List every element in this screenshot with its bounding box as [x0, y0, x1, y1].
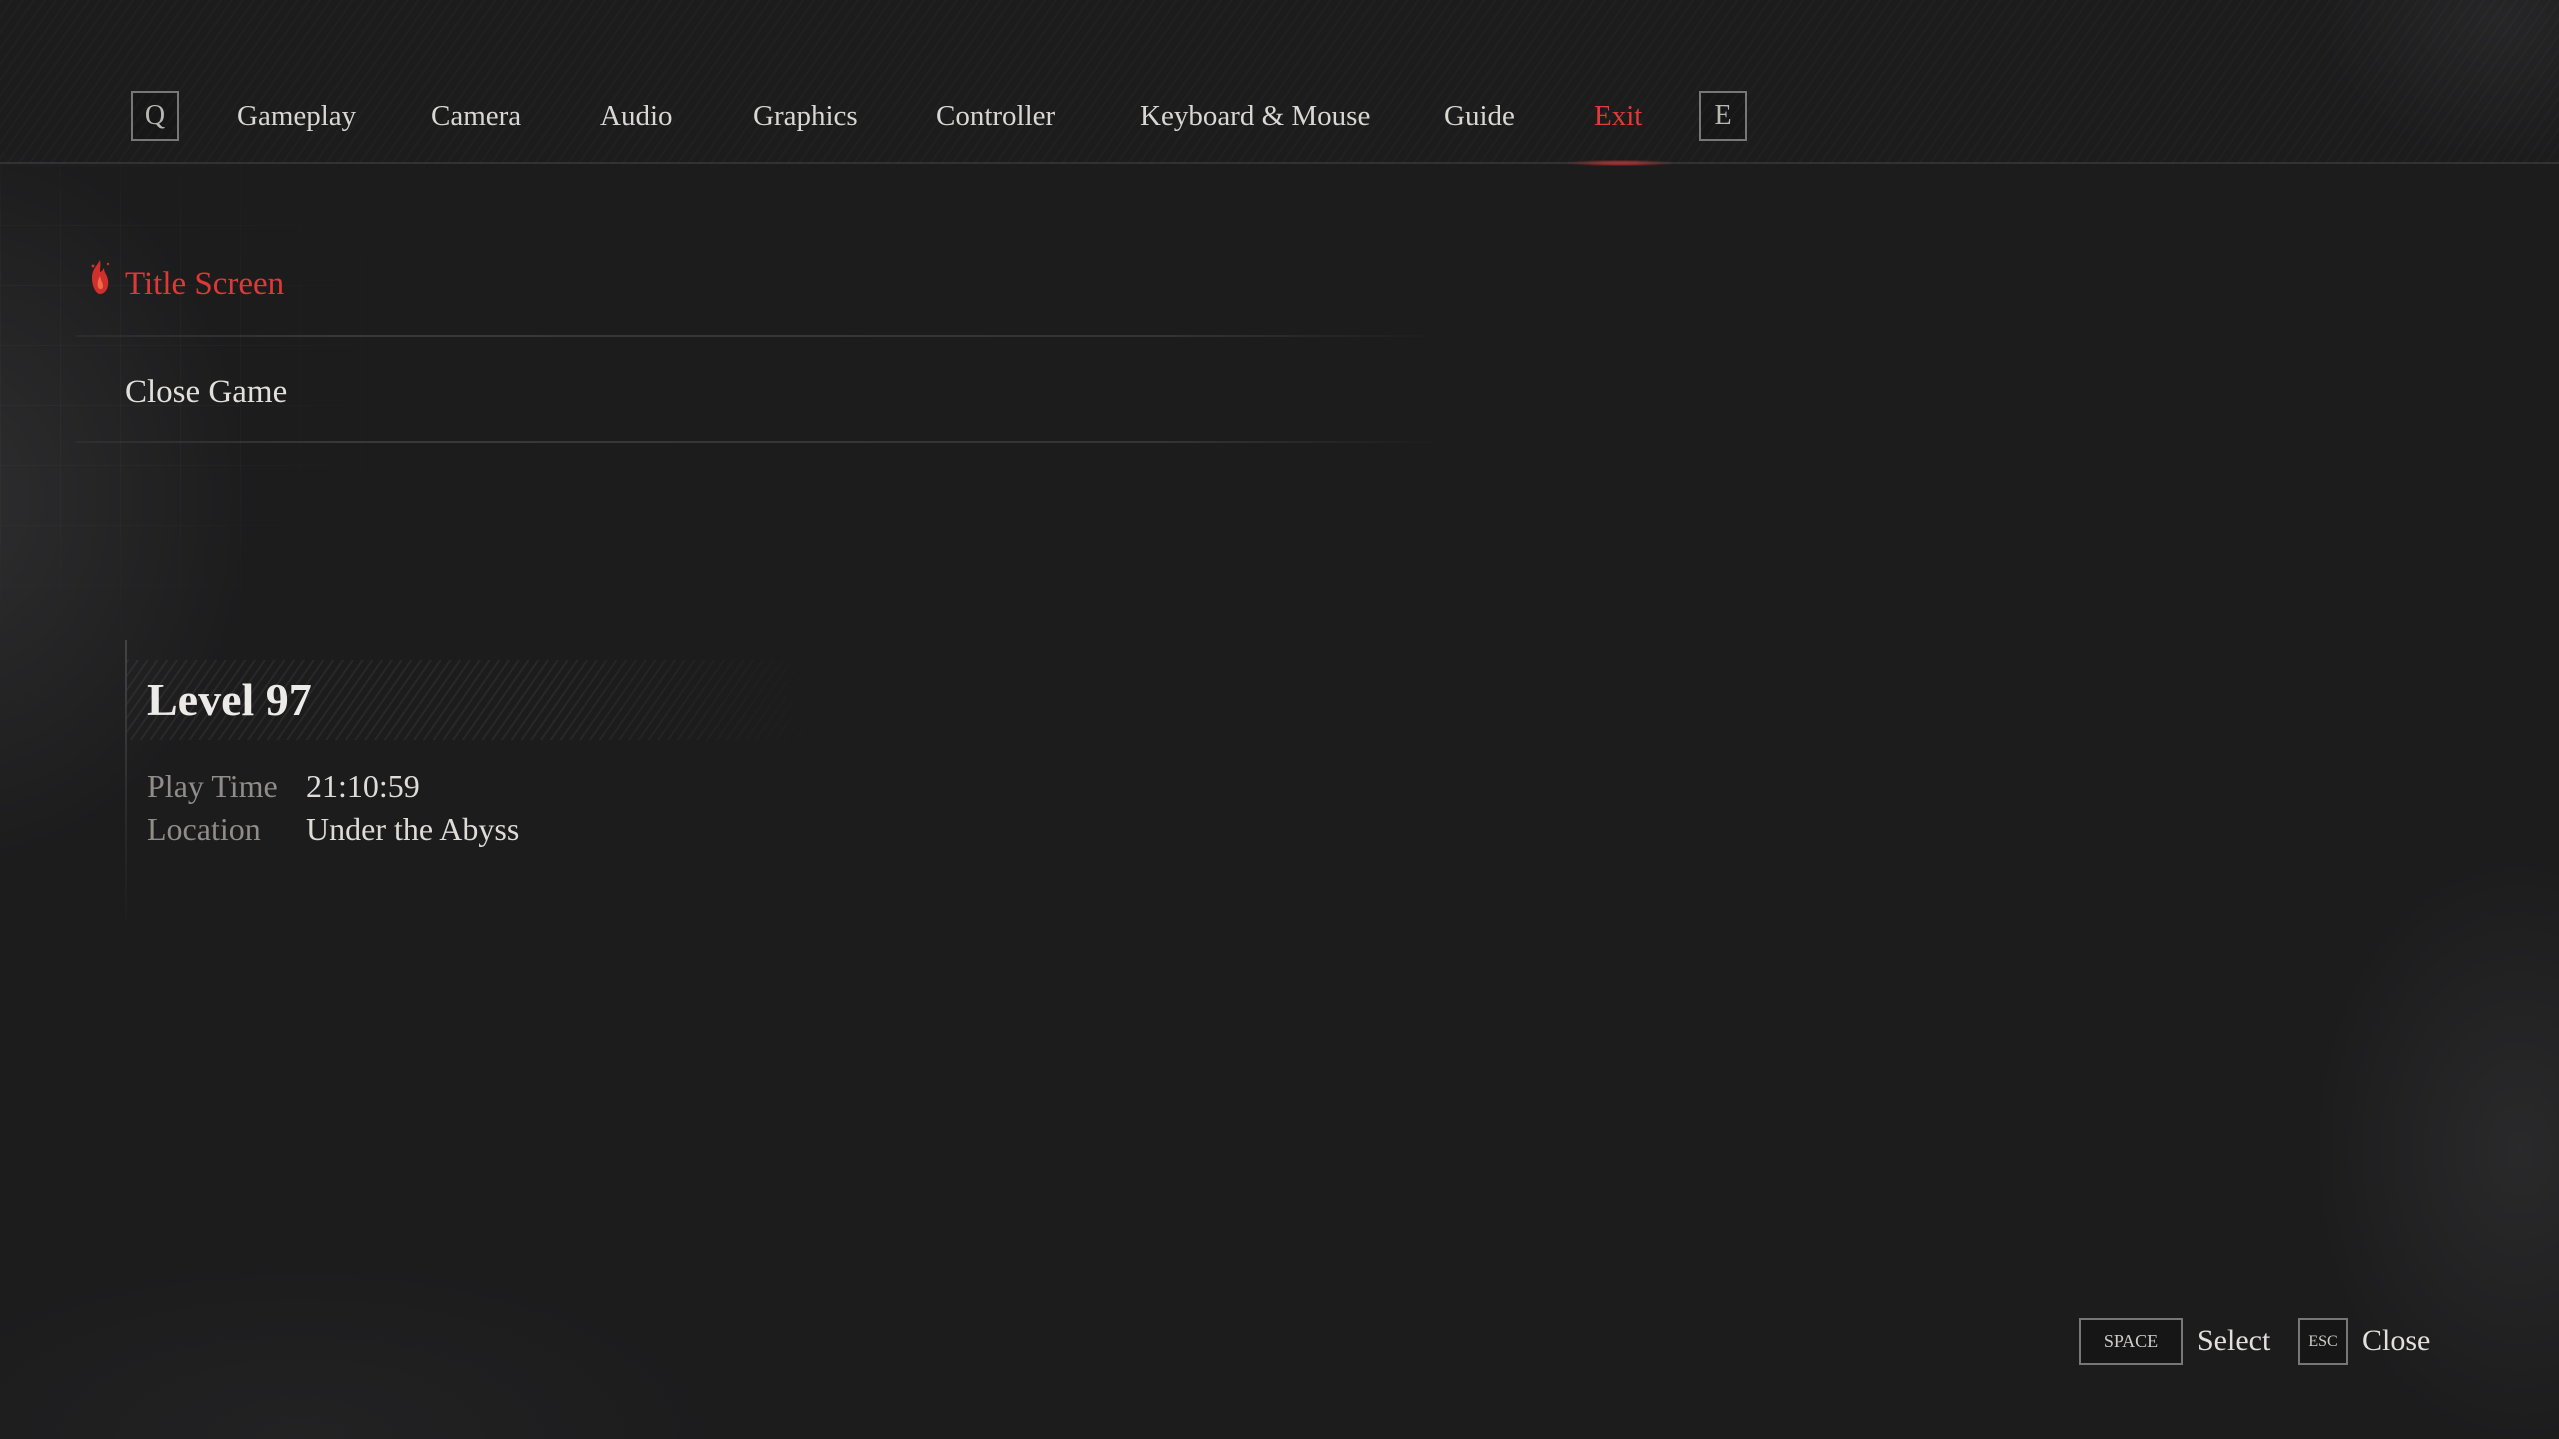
tab-bar-divider [0, 162, 2559, 164]
location-label: Location [147, 811, 261, 847]
tab-controller[interactable]: Controller [936, 96, 1055, 136]
next-tab-key-hint[interactable]: E [1699, 91, 1747, 141]
tab-keyboard-mouse[interactable]: Keyboard & Mouse [1140, 96, 1370, 136]
tab-camera[interactable]: Camera [431, 96, 521, 136]
location-value: Under the Abyss [306, 811, 520, 847]
character-level: Level 97 [147, 674, 312, 725]
tab-graphics[interactable]: Graphics [753, 96, 858, 136]
menu-item-close-game[interactable]: Close Game [125, 367, 287, 417]
tab-gameplay[interactable]: Gameplay [237, 96, 356, 136]
prev-tab-key-hint[interactable]: Q [131, 91, 179, 141]
play-time-value: 21:10:59 [306, 768, 420, 804]
settings-tab-bar: Q Gameplay Camera Audio Graphics Control… [0, 0, 2559, 166]
select-prompt-label: Select [2197, 1324, 2271, 1357]
tab-guide[interactable]: Guide [1444, 96, 1515, 136]
flame-selection-icon [91, 260, 110, 294]
menu-divider [76, 335, 1442, 337]
play-time-label: Play Time [147, 768, 278, 804]
menu-item-title-screen[interactable]: Title Screen [125, 259, 284, 309]
tab-audio[interactable]: Audio [600, 96, 673, 136]
tab-exit[interactable]: Exit [1594, 96, 1642, 136]
close-prompt-label: Close [2362, 1324, 2431, 1357]
settings-screen: Q Gameplay Camera Audio Graphics Control… [0, 0, 2559, 1439]
menu-divider [76, 441, 1442, 443]
space-key-hint[interactable]: SPACE [2079, 1318, 2183, 1365]
esc-key-hint[interactable]: ESC [2298, 1318, 2348, 1365]
